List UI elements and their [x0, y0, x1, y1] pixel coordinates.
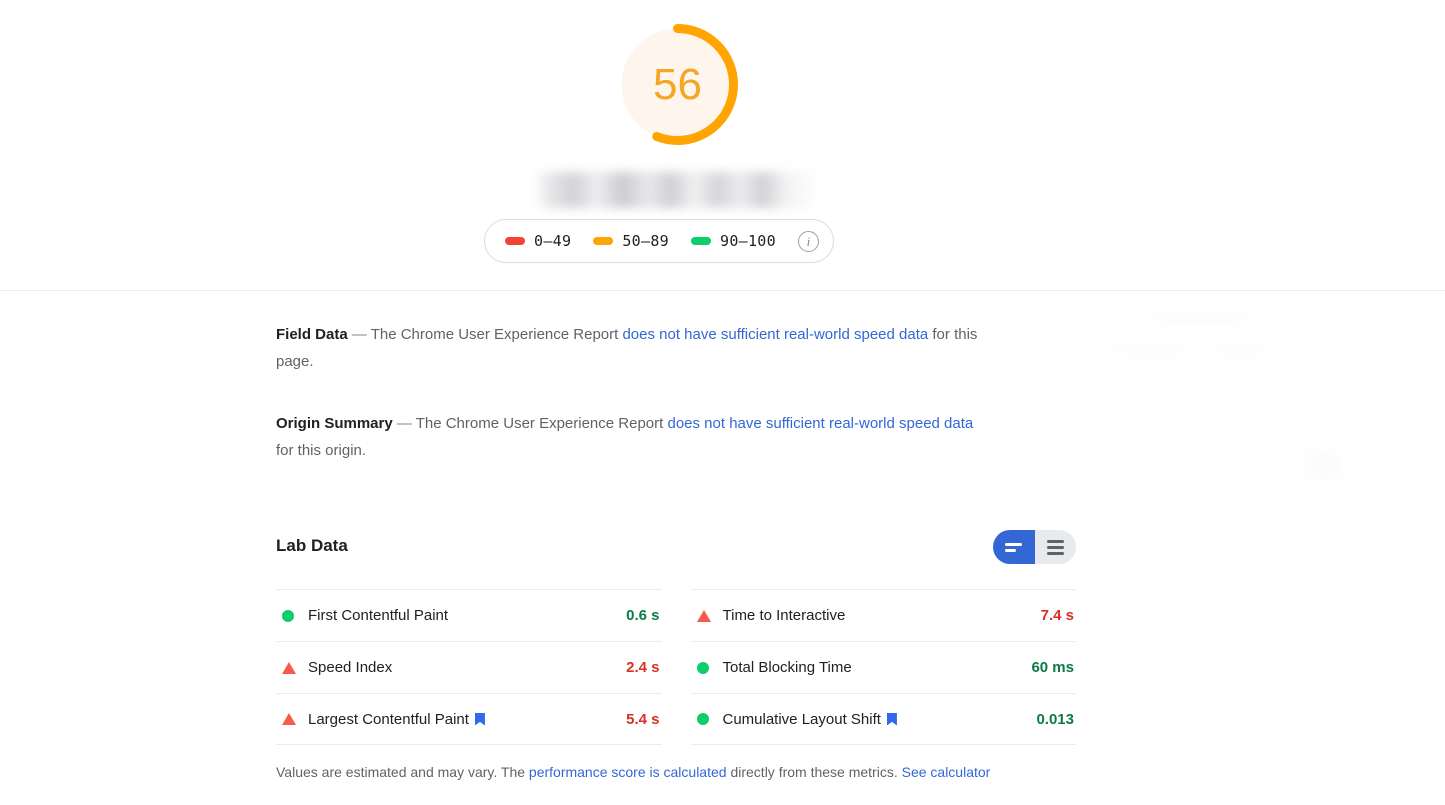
lab-data-footnote: Values are estimated and may vary. The p… — [276, 759, 1016, 785]
legend-item-fail: 0–49 — [505, 232, 571, 250]
metric-value: 7.4 s — [1041, 607, 1076, 624]
pass-swatch-icon — [691, 237, 711, 245]
metric-label-text: Total Blocking Time — [723, 659, 852, 676]
field-data-link[interactable]: does not have sufficient real-world spee… — [622, 326, 928, 343]
lab-data-title: Lab Data — [276, 536, 348, 556]
see-calculator-link[interactable]: See calculator — [902, 764, 991, 780]
ghost-artifact — [1115, 344, 1185, 355]
score-gauge-section: 56 0–49 50–89 90–100 i — [0, 0, 1445, 291]
pass-circle-icon — [691, 713, 717, 725]
average-triangle-icon — [282, 662, 296, 674]
origin-summary-heading: Origin Summary — [276, 415, 393, 432]
average-triangle-icon — [697, 610, 711, 622]
field-data-text-before: The Chrome User Experience Report — [371, 326, 619, 343]
ghost-artifact — [1155, 312, 1245, 324]
pass-circle-icon — [691, 662, 717, 674]
lab-data-header: Lab Data — [276, 530, 1076, 570]
legend-item-pass: 90–100 — [691, 232, 776, 250]
lab-metrics: First Contentful Paint 0.6 s Speed Index 2.… — [276, 589, 1076, 745]
detailed-view-icon-line — [1047, 546, 1064, 549]
page-title-redacted — [534, 172, 820, 208]
average-triangle-icon — [282, 713, 296, 725]
metric-row[interactable]: Total Blocking Time 60 ms — [691, 641, 1077, 693]
legend-label-pass: 90–100 — [720, 232, 776, 250]
origin-summary-text-after: for this origin. — [276, 442, 366, 459]
metric-row[interactable]: Speed Index 2.4 s — [276, 641, 662, 693]
detailed-view-toggle-button[interactable] — [1035, 530, 1077, 564]
detailed-view-icon-line — [1047, 540, 1064, 543]
pagespeed-report: 56 0–49 50–89 90–100 i — [0, 0, 1445, 805]
field-data-dash: — — [348, 326, 371, 343]
average-triangle-icon — [276, 662, 302, 674]
detailed-view-icon-line — [1047, 552, 1064, 555]
compact-view-icon-line — [1005, 543, 1022, 546]
metric-row[interactable]: Time to Interactive 7.4 s — [691, 589, 1077, 641]
metric-value: 0.013 — [1036, 711, 1076, 728]
compact-view-icon-line — [1005, 549, 1016, 552]
origin-summary-dash: — — [393, 415, 416, 432]
metric-label-text: Speed Index — [308, 659, 392, 676]
footnote-text-middle: directly from these metrics. — [730, 764, 897, 780]
pass-circle-icon — [697, 662, 709, 674]
compact-view-toggle-button[interactable] — [993, 530, 1035, 564]
metric-value: 5.4 s — [626, 711, 661, 728]
footnote-text-before: Values are estimated and may vary. The — [276, 764, 525, 780]
fail-swatch-icon — [505, 237, 525, 245]
average-swatch-icon — [593, 237, 613, 245]
metric-value: 2.4 s — [626, 659, 661, 676]
legend-item-average: 50–89 — [593, 232, 669, 250]
view-toggle-group — [993, 530, 1076, 564]
metric-row[interactable]: Cumulative Layout Shift 0.013 — [691, 693, 1077, 745]
pass-circle-icon — [282, 610, 294, 622]
pass-circle-icon — [697, 713, 709, 725]
origin-summary-text-before: The Chrome User Experience Report — [416, 415, 664, 432]
pass-circle-icon — [276, 610, 302, 622]
core-web-vital-bookmark-icon — [475, 713, 485, 726]
metric-label-text: Time to Interactive — [723, 607, 846, 624]
legend-label-fail: 0–49 — [534, 232, 571, 250]
info-icon[interactable]: i — [798, 231, 819, 252]
metric-value: 0.6 s — [626, 607, 661, 624]
metric-label: First Contentful Paint — [302, 607, 626, 624]
metric-label: Total Blocking Time — [717, 659, 1032, 676]
legend-label-average: 50–89 — [622, 232, 669, 250]
field-data-heading: Field Data — [276, 326, 348, 343]
metric-label-text: Cumulative Layout Shift — [723, 711, 881, 728]
average-triangle-icon — [691, 610, 717, 622]
ghost-artifact — [1305, 452, 1341, 482]
metric-label-text: First Contentful Paint — [308, 607, 448, 624]
metric-label: Largest Contentful Paint — [302, 711, 626, 728]
gauge-score-value: 56 — [611, 18, 744, 151]
origin-summary-paragraph: Origin Summary—The Chrome User Experienc… — [276, 410, 990, 464]
field-data-paragraph: Field Data—The Chrome User Experience Re… — [276, 321, 998, 375]
metric-label: Time to Interactive — [717, 607, 1041, 624]
metric-column-right: Time to Interactive 7.4 s Total Blocking T… — [691, 589, 1077, 745]
metric-label-text: Largest Contentful Paint — [308, 711, 469, 728]
ghost-artifact — [1215, 344, 1265, 355]
origin-summary-link[interactable]: does not have sufficient real-world spee… — [667, 415, 973, 432]
metric-label: Cumulative Layout Shift — [717, 711, 1037, 728]
metric-label: Speed Index — [302, 659, 626, 676]
metric-row[interactable]: First Contentful Paint 0.6 s — [276, 589, 662, 641]
metric-value: 60 ms — [1031, 659, 1076, 676]
metric-column-left: First Contentful Paint 0.6 s Speed Index 2.… — [276, 589, 662, 745]
performance-score-gauge: 56 — [611, 18, 744, 151]
average-triangle-icon — [276, 713, 302, 725]
core-web-vital-bookmark-icon — [887, 713, 897, 726]
score-legend: 0–49 50–89 90–100 i — [484, 219, 834, 263]
metric-row[interactable]: Largest Contentful Paint 5.4 s — [276, 693, 662, 745]
performance-score-link[interactable]: performance score is calculated — [529, 764, 727, 780]
